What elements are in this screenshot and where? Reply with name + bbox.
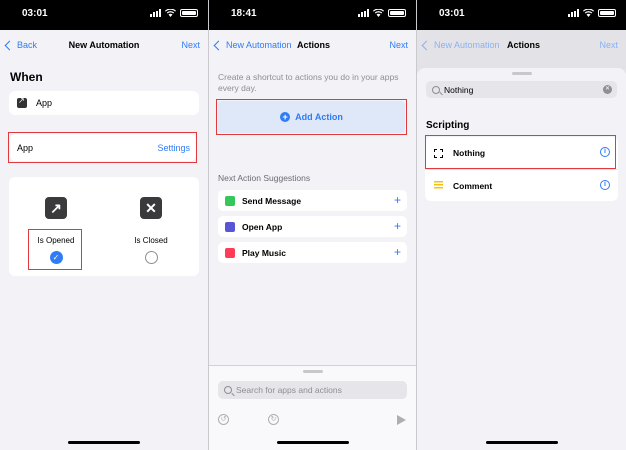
wifi-icon bbox=[165, 9, 176, 17]
next-button[interactable]: Next bbox=[389, 40, 408, 50]
arrow-up-right-icon: ↗ bbox=[45, 197, 67, 219]
battery-icon bbox=[388, 9, 406, 17]
section-heading: Scripting bbox=[426, 120, 470, 131]
wifi-icon bbox=[373, 9, 384, 17]
search-icon bbox=[224, 386, 232, 394]
search-input[interactable]: Nothing ✕ bbox=[426, 81, 617, 98]
add-icon[interactable]: + bbox=[394, 219, 401, 233]
search-icon bbox=[432, 85, 440, 94]
wifi-icon bbox=[583, 9, 594, 17]
signal-icon bbox=[358, 9, 369, 17]
play-icon[interactable] bbox=[397, 415, 406, 425]
info-icon[interactable]: i bbox=[600, 180, 610, 190]
status-icons bbox=[358, 9, 406, 17]
status-icons bbox=[150, 9, 198, 17]
music-icon bbox=[225, 247, 235, 258]
battery-icon bbox=[598, 9, 616, 17]
status-time: 03:01 bbox=[439, 8, 465, 19]
choice-is-closed[interactable]: ✕ Is Closed bbox=[116, 197, 186, 264]
nav-bar: Back New Automation Next bbox=[0, 30, 208, 60]
status-time: 18:41 bbox=[231, 8, 257, 19]
search-placeholder: Search for apps and actions bbox=[236, 385, 342, 395]
chevron-left-icon bbox=[213, 40, 224, 50]
back-button[interactable]: New Automation bbox=[421, 40, 500, 50]
highlight-is-opened bbox=[28, 229, 82, 270]
chevron-left-icon bbox=[421, 40, 432, 50]
close-box-icon: ✕ bbox=[140, 197, 162, 219]
open-app-icon bbox=[225, 221, 235, 232]
sheet-grabber[interactable] bbox=[511, 72, 532, 75]
choice-label: Is Closed bbox=[134, 236, 168, 245]
app-row[interactable]: App bbox=[9, 91, 199, 115]
status-bar: 03:01 bbox=[417, 0, 626, 30]
battery-icon bbox=[180, 9, 198, 17]
nav-bar: New Automation Actions Next bbox=[209, 30, 416, 60]
app-row-label: App bbox=[36, 98, 53, 108]
suggestion-label: Play Music bbox=[242, 247, 286, 258]
phone-new-automation: 03:01 Back New Automation Next When App … bbox=[0, 0, 208, 450]
result-comment[interactable]: Comment i bbox=[425, 169, 618, 201]
highlight-app-settings bbox=[8, 132, 197, 163]
phone-action-search: 03:01 New Automation Actions Next Nothin… bbox=[417, 0, 626, 450]
next-button[interactable]: Next bbox=[599, 40, 618, 50]
page-title: Actions bbox=[297, 40, 331, 50]
clear-search-icon[interactable]: ✕ bbox=[603, 85, 612, 94]
empty-radio-icon[interactable] bbox=[144, 251, 158, 264]
status-icons bbox=[568, 9, 616, 17]
highlight-add-action bbox=[216, 99, 407, 135]
home-indicator bbox=[68, 441, 140, 444]
action-search-sheet: Nothing ✕ Scripting Nothing i Comment i bbox=[417, 68, 626, 450]
home-indicator bbox=[485, 441, 558, 444]
result-label: Comment bbox=[453, 180, 493, 191]
search-value: Nothing bbox=[444, 84, 474, 95]
tutorial-screenshot: 03:01 Back New Automation Next When App … bbox=[0, 0, 626, 450]
home-indicator bbox=[276, 441, 349, 444]
app-icon bbox=[17, 96, 27, 108]
back-label: New Automation bbox=[226, 40, 292, 50]
undo-icon[interactable]: ↺ bbox=[218, 414, 229, 425]
phone-actions: 18:41 New Automation Actions Next Create… bbox=[209, 0, 416, 450]
status-bar: 18:41 bbox=[209, 0, 416, 30]
suggestion-label: Send Message bbox=[242, 195, 302, 206]
suggestions-heading: Next Action Suggestions bbox=[218, 173, 311, 183]
add-icon[interactable]: + bbox=[394, 193, 401, 207]
redo-icon[interactable]: ↻ bbox=[268, 414, 279, 425]
suggestion-label: Open App bbox=[242, 221, 283, 232]
editor-toolbar: ↺ ↻ bbox=[209, 414, 416, 428]
page-title: New Automation bbox=[68, 40, 140, 50]
nav-bar: New Automation Actions Next bbox=[417, 30, 626, 60]
next-button[interactable]: Next bbox=[181, 40, 200, 50]
when-heading: When bbox=[10, 70, 43, 84]
suggestion-open-app[interactable]: Open App + bbox=[218, 216, 407, 237]
search-input[interactable]: Search for apps and actions bbox=[218, 381, 407, 399]
highlight-nothing bbox=[425, 135, 616, 169]
add-icon[interactable]: + bbox=[394, 245, 401, 259]
back-button[interactable]: New Automation bbox=[213, 40, 292, 50]
actions-hint: Create a shortcut to actions you do in y… bbox=[218, 72, 399, 93]
comment-lines-icon bbox=[434, 181, 443, 190]
back-label: New Automation bbox=[434, 40, 500, 50]
messages-icon bbox=[225, 195, 235, 206]
suggestion-send-message[interactable]: Send Message + bbox=[218, 190, 407, 211]
page-title: Actions bbox=[507, 40, 541, 50]
action-search-sheet: Search for apps and actions ↺ ↻ bbox=[209, 365, 416, 450]
suggestion-play-music[interactable]: Play Music + bbox=[218, 242, 407, 263]
signal-icon bbox=[568, 9, 579, 17]
status-bar: 03:01 bbox=[0, 0, 208, 30]
sheet-grabber[interactable] bbox=[302, 370, 323, 373]
signal-icon bbox=[150, 9, 161, 17]
status-time: 03:01 bbox=[22, 8, 48, 19]
